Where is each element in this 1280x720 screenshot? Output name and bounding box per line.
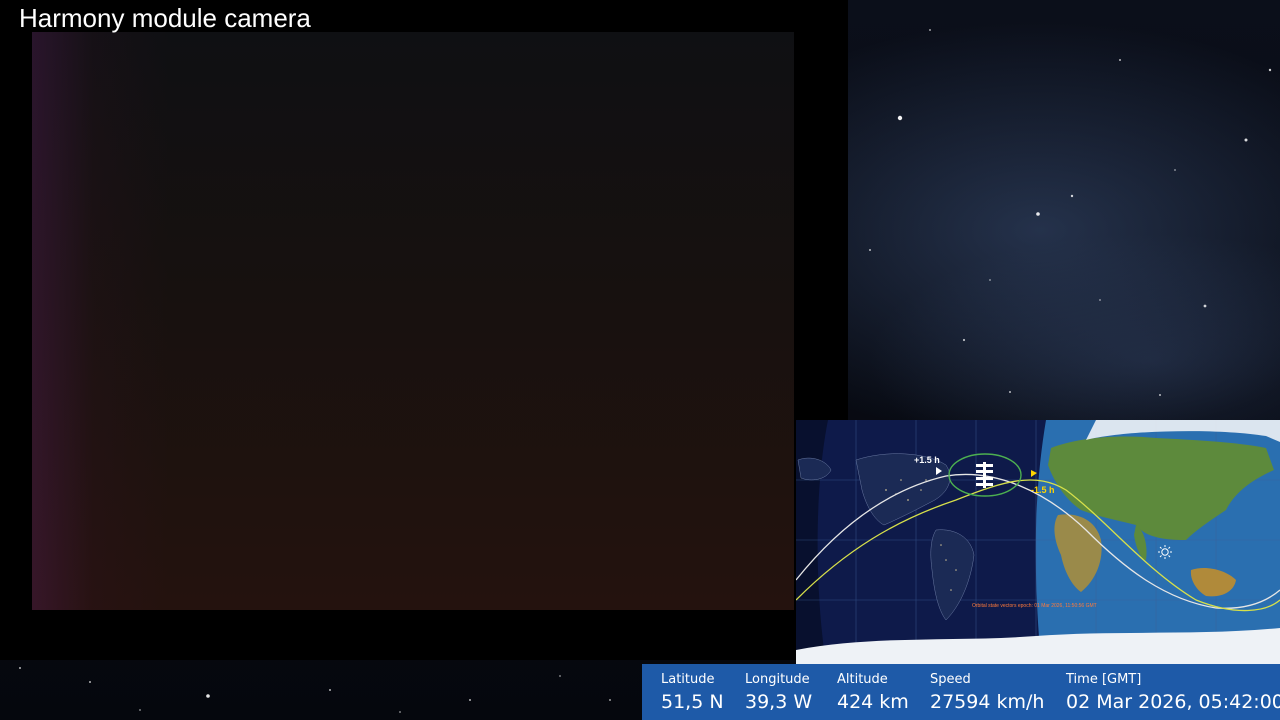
speed-value: 27594 km/h — [930, 691, 1045, 713]
latitude-label: Latitude — [661, 672, 715, 687]
longitude-label: Longitude — [745, 672, 810, 687]
altitude-value: 424 km — [837, 691, 909, 713]
iss-ground-track-map: +1.5 h -1.5 h Orbital state vectors epoc… — [796, 420, 1280, 664]
longitude-value: 39,3 W — [745, 691, 813, 713]
time-value: 02 Mar 2026, 05:42:00 — [1066, 691, 1280, 713]
speed-label: Speed — [930, 672, 971, 687]
livestream-view: Harmony module camera +1.5 h -1.5 h Orbi… — [0, 0, 1280, 720]
orbital-vectors-note: Orbital state vectors epoch: 01 Mar 2026… — [972, 603, 1097, 609]
altitude-label: Altitude — [837, 672, 888, 687]
camera-title: Harmony module camera — [19, 3, 311, 33]
telemetry-bar: Latitude 51,5 N Longitude 39,3 W Altitud… — [642, 664, 1280, 720]
orbit-plus-label: +1.5 h — [914, 455, 940, 465]
camera-feed-video — [32, 32, 794, 610]
orbit-minus-label: -1.5 h — [1031, 485, 1055, 495]
latitude-value: 51,5 N — [661, 691, 724, 713]
time-label: Time [GMT] — [1066, 672, 1142, 687]
world-map — [796, 420, 1280, 664]
camera-frame: Harmony module camera — [0, 0, 848, 660]
